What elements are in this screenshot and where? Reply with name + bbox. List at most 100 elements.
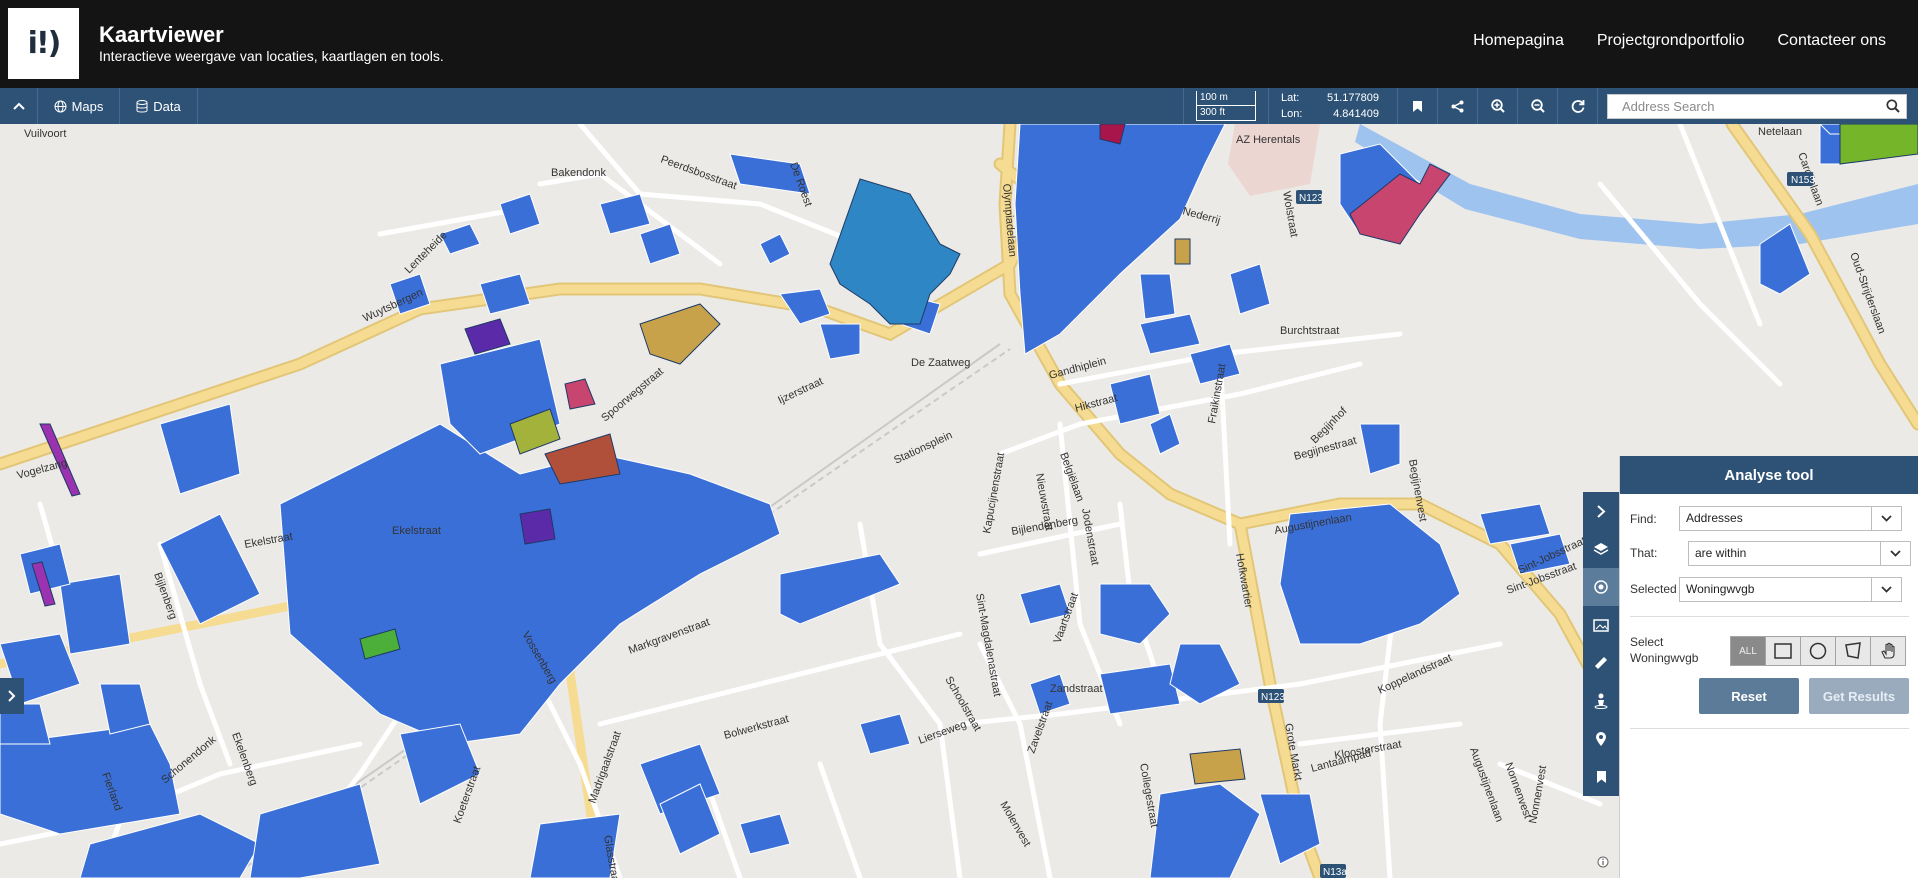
tool-strip: [1583, 492, 1619, 796]
chevron-down-icon: [1881, 586, 1892, 593]
svg-text:Ekelstraat: Ekelstraat: [392, 525, 441, 537]
app-title: Kaartviewer: [99, 22, 224, 47]
parcel-ochre-small: [1174, 238, 1191, 265]
map-toolbar: Maps Data 100 m 300 ft Lat: 51.177809 Lo…: [0, 88, 1918, 124]
nav-contacteer-ons[interactable]: Contacteer ons: [1777, 32, 1886, 50]
svg-text:N153: N153: [1791, 175, 1815, 186]
svg-text:N13a: N13a: [1323, 867, 1347, 878]
zoom-in-button[interactable]: [1477, 88, 1517, 124]
get-results-label: Get Results: [1822, 688, 1896, 704]
svg-text:Zandstraat: Zandstraat: [1050, 683, 1103, 695]
maps-button[interactable]: Maps: [38, 88, 120, 124]
nav-homepagina[interactable]: Homepagina: [1473, 32, 1564, 50]
that-select[interactable]: are within: [1688, 541, 1911, 566]
circle-select-button[interactable]: [1800, 636, 1836, 666]
saved-locations-button[interactable]: [1583, 758, 1619, 796]
lon-label: Lon:: [1281, 108, 1303, 120]
toolbar-separator: [1268, 88, 1269, 124]
rectangle-select-button[interactable]: [1765, 636, 1801, 666]
selected-value: Woningwvgb: [1686, 582, 1755, 596]
image-icon: [1593, 618, 1609, 632]
measure-button[interactable]: [1583, 644, 1619, 682]
svg-text:N123: N123: [1299, 193, 1323, 204]
app-logo[interactable]: i!): [8, 8, 79, 79]
collapse-panel-button[interactable]: [1583, 492, 1619, 530]
person-icon: [1594, 693, 1608, 709]
layers-icon: [1593, 542, 1609, 555]
top-nav: Homepagina Projectgrondportfolio Contact…: [1473, 32, 1886, 50]
panel-divider: [1630, 616, 1909, 617]
app-subtitle: Interactieve weergave van locaties, kaar…: [99, 48, 444, 64]
select-all-label: ALL: [1739, 645, 1757, 657]
refresh-button[interactable]: [1557, 88, 1597, 124]
get-results-button[interactable]: Get Results: [1809, 678, 1909, 714]
app-header: i!) Kaartviewer Interactieve weergave va…: [0, 0, 1918, 88]
find-label: Find:: [1630, 512, 1657, 526]
refresh-icon: [1571, 100, 1584, 113]
scale-bar: 100 m 300 ft: [1196, 91, 1256, 121]
location-button[interactable]: [1583, 720, 1619, 758]
lat-value: 51.177809: [1327, 92, 1379, 104]
zoom-in-icon: [1490, 99, 1505, 113]
svg-text:Burchtstraat: Burchtstraat: [1280, 325, 1339, 337]
nav-projectgrondportfolio[interactable]: Projectgrondportfolio: [1597, 32, 1745, 50]
analyse-panel: Analyse tool Find: Addresses That: are w…: [1619, 456, 1918, 878]
analyse-icon: [1594, 580, 1608, 594]
address-search: [1607, 94, 1907, 119]
collapse-toolbar-button[interactable]: [0, 88, 38, 124]
search-icon[interactable]: [1886, 99, 1900, 113]
selected-select[interactable]: Woningwvgb: [1679, 577, 1902, 602]
chevron-down-icon: [1890, 550, 1901, 557]
selection-shape-group: ALL: [1730, 636, 1906, 666]
expand-left-panel-button[interactable]: [0, 678, 24, 714]
ruler-icon: [1595, 657, 1607, 669]
hand-select-button[interactable]: [1870, 636, 1906, 666]
reset-button[interactable]: Reset: [1699, 678, 1799, 714]
panel-divider: [1630, 728, 1909, 729]
location-pin-icon: [1596, 732, 1606, 746]
layers-button[interactable]: [1583, 530, 1619, 568]
address-search-input[interactable]: [1608, 95, 1868, 118]
select-label: Select Woningwvgb: [1630, 635, 1699, 665]
chevron-right-icon: [8, 690, 16, 702]
svg-text:Netelaan: Netelaan: [1758, 126, 1802, 138]
that-value: are within: [1695, 546, 1747, 560]
toolbar-separator: [1597, 88, 1598, 124]
scale-metric: 100 m: [1196, 91, 1256, 106]
svg-text:AZ Herentals: AZ Herentals: [1236, 134, 1301, 146]
that-label: That:: [1630, 546, 1658, 560]
polygon-select-icon: [1845, 642, 1861, 659]
find-value: Addresses: [1686, 511, 1743, 525]
svg-text:N123: N123: [1261, 692, 1285, 703]
chevron-up-icon: [12, 102, 25, 110]
lat-label: Lat:: [1281, 92, 1300, 104]
hand-select-icon: [1881, 642, 1895, 659]
lon-value: 4.841409: [1333, 108, 1379, 120]
share-icon: [1451, 100, 1464, 112]
analyse-button[interactable]: [1583, 568, 1619, 606]
panel-title: Analyse tool: [1620, 456, 1918, 494]
zoom-out-icon: [1530, 99, 1545, 113]
svg-text:Vuilvoort: Vuilvoort: [24, 128, 66, 140]
circle-select-icon: [1809, 642, 1827, 660]
bookmark-icon: [1413, 100, 1422, 112]
info-icon[interactable]: [1597, 856, 1609, 868]
polygon-select-button[interactable]: [1835, 636, 1871, 666]
bookmark-icon: [1596, 771, 1606, 783]
share-button[interactable]: [1437, 88, 1477, 124]
reset-label: Reset: [1731, 688, 1767, 704]
find-select[interactable]: Addresses: [1679, 506, 1902, 531]
parcel-purple-small: [519, 508, 556, 545]
select-all-button[interactable]: ALL: [1730, 636, 1766, 666]
scale-imperial: 300 ft: [1196, 106, 1256, 121]
maps-label: Maps: [71, 98, 104, 114]
image-button[interactable]: [1583, 606, 1619, 644]
data-button[interactable]: Data: [120, 88, 198, 124]
toolbar-separator: [1183, 88, 1184, 124]
rectangle-select-icon: [1774, 643, 1792, 659]
bookmark-button[interactable]: [1397, 88, 1437, 124]
zoom-out-button[interactable]: [1517, 88, 1557, 124]
chevron-down-icon: [1881, 515, 1892, 522]
svg-text:De Zaatweg: De Zaatweg: [911, 357, 970, 369]
streetview-button[interactable]: [1583, 682, 1619, 720]
